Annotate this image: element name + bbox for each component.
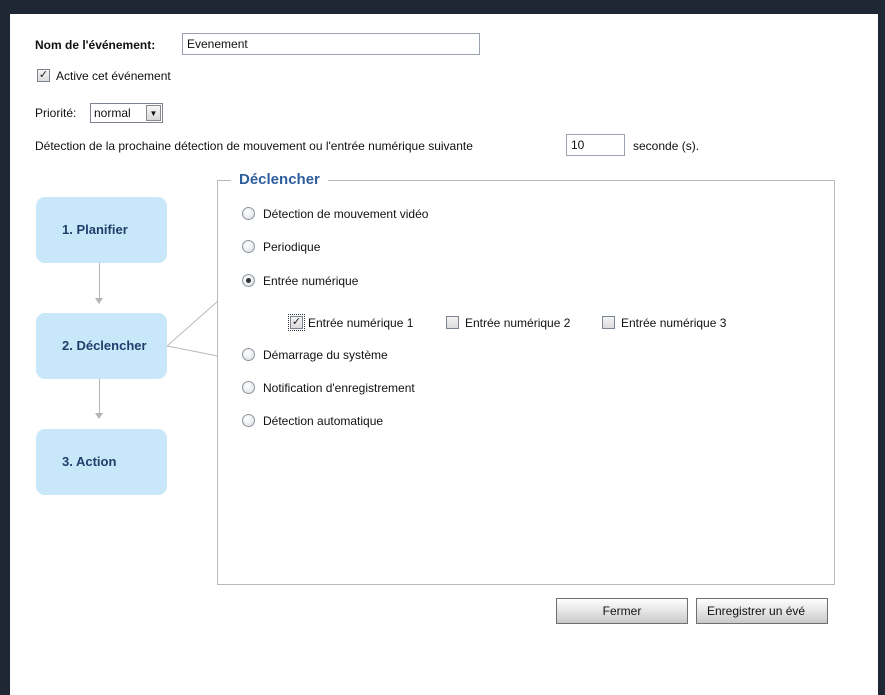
step-declencher[interactable]: 2. Déclencher bbox=[36, 313, 167, 379]
digital-input-label: Entrée numérique 2 bbox=[465, 316, 571, 330]
detection-delay-label: Détection de la prochaine détection de m… bbox=[35, 139, 473, 153]
event-name-input[interactable] bbox=[182, 33, 480, 55]
digital-input-1-checkbox[interactable]: ✓ bbox=[288, 314, 305, 331]
window-titlebar bbox=[0, 0, 885, 14]
save-event-button[interactable]: Enregistrer un évé bbox=[696, 598, 828, 624]
option-label: Détection automatique bbox=[263, 414, 384, 428]
priority-label: Priorité: bbox=[35, 106, 77, 120]
step-label: 3. Action bbox=[62, 454, 117, 469]
window-frame-left bbox=[0, 0, 10, 695]
callout-pointer bbox=[167, 300, 219, 357]
radio-digital-input[interactable] bbox=[242, 274, 255, 287]
digital-input-3-checkbox[interactable] bbox=[602, 316, 615, 329]
radio-system-boot[interactable] bbox=[242, 348, 255, 361]
digital-input-label: Entrée numérique 3 bbox=[621, 316, 727, 330]
step-planifier[interactable]: 1. Planifier bbox=[36, 197, 167, 263]
event-name-label: Nom de l'événement: bbox=[35, 38, 156, 52]
detection-delay-unit: seconde (s). bbox=[633, 139, 700, 153]
option-label: Notification d'enregistrement bbox=[263, 381, 415, 395]
step-label: 2. Déclencher bbox=[62, 338, 147, 353]
arrow-down-icon bbox=[95, 413, 103, 419]
radio-recording-notification[interactable] bbox=[242, 381, 255, 394]
window-frame-right bbox=[878, 0, 885, 695]
priority-selected-value: normal bbox=[94, 106, 131, 120]
close-button[interactable]: Fermer bbox=[556, 598, 688, 624]
radio-auto-detection[interactable] bbox=[242, 414, 255, 427]
option-label: Entrée numérique bbox=[263, 274, 359, 288]
activate-event-label: Active cet événement bbox=[56, 69, 171, 83]
arrow-down-icon bbox=[95, 298, 103, 304]
step-label: 1. Planifier bbox=[62, 222, 128, 237]
trigger-legend: Déclencher bbox=[231, 171, 328, 188]
step-connector bbox=[99, 263, 100, 299]
digital-input-label: Entrée numérique 1 bbox=[308, 316, 414, 330]
radio-video-motion[interactable] bbox=[242, 207, 255, 220]
step-connector bbox=[99, 379, 100, 414]
digital-input-2-checkbox[interactable] bbox=[446, 316, 459, 329]
option-label: Détection de mouvement vidéo bbox=[263, 207, 429, 221]
chevron-down-icon[interactable]: ▼ bbox=[146, 105, 161, 121]
option-label: Démarrage du système bbox=[263, 348, 388, 362]
activate-event-checkbox[interactable]: ✓ bbox=[37, 69, 50, 82]
radio-periodic[interactable] bbox=[242, 240, 255, 253]
priority-select[interactable]: normal ▼ bbox=[90, 103, 163, 123]
step-action[interactable]: 3. Action bbox=[36, 429, 167, 495]
option-label: Periodique bbox=[263, 240, 321, 254]
detection-delay-input[interactable] bbox=[566, 134, 625, 156]
